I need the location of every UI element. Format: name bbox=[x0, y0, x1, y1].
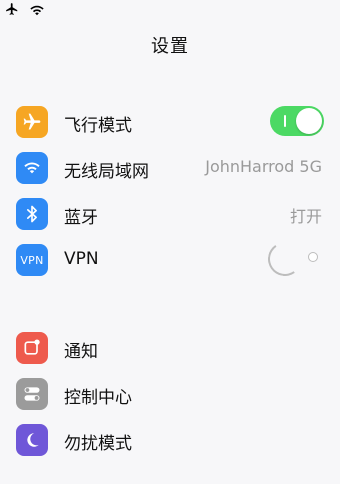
settings-row-control-center[interactable]: 控制中心 bbox=[0, 370, 340, 416]
settings-row-airplane-mode[interactable]: 飞行模式 bbox=[0, 98, 340, 144]
wifi-settings-icon bbox=[16, 152, 48, 184]
airplane-mode-toggle[interactable] bbox=[270, 106, 324, 136]
loading-spinner-icon bbox=[265, 239, 305, 279]
wifi-label: 无线局域网 bbox=[64, 162, 149, 182]
vpn-icon-text: VPN bbox=[20, 253, 44, 267]
bluetooth-icon bbox=[16, 198, 48, 230]
status-bar bbox=[0, 0, 340, 18]
notifications-icon bbox=[16, 332, 48, 364]
airplane-mode-icon bbox=[16, 106, 48, 138]
settings-row-do-not-disturb[interactable]: 勿扰模式 bbox=[0, 416, 340, 462]
bluetooth-status: 打开 bbox=[289, 207, 322, 226]
vpn-icon: VPN bbox=[16, 244, 48, 276]
settings-row-vpn[interactable]: VPN VPN bbox=[0, 236, 340, 282]
vpn-label: VPN bbox=[64, 249, 99, 269]
moon-icon bbox=[16, 424, 48, 456]
vpn-status-indicator bbox=[308, 252, 318, 262]
control-center-icon bbox=[16, 378, 48, 410]
settings-row-bluetooth[interactable]: 蓝牙 打开 bbox=[0, 190, 340, 236]
airplane-mode-label: 飞行模式 bbox=[64, 116, 132, 136]
control-center-label: 控制中心 bbox=[64, 388, 132, 408]
toggle-knob bbox=[296, 108, 322, 134]
toggle-on-mark bbox=[284, 115, 286, 127]
settings-row-notifications[interactable]: 通知 bbox=[0, 324, 340, 370]
nav-bar: 设置 bbox=[0, 18, 340, 72]
do-not-disturb-label: 勿扰模式 bbox=[64, 434, 132, 454]
wifi-network-name: JohnHarrod 5G bbox=[205, 157, 322, 176]
settings-row-wifi[interactable]: 无线局域网 JohnHarrod 5G bbox=[0, 144, 340, 190]
bluetooth-label: 蓝牙 bbox=[64, 208, 98, 228]
notifications-label: 通知 bbox=[64, 342, 98, 362]
page-title: 设置 bbox=[151, 36, 189, 57]
